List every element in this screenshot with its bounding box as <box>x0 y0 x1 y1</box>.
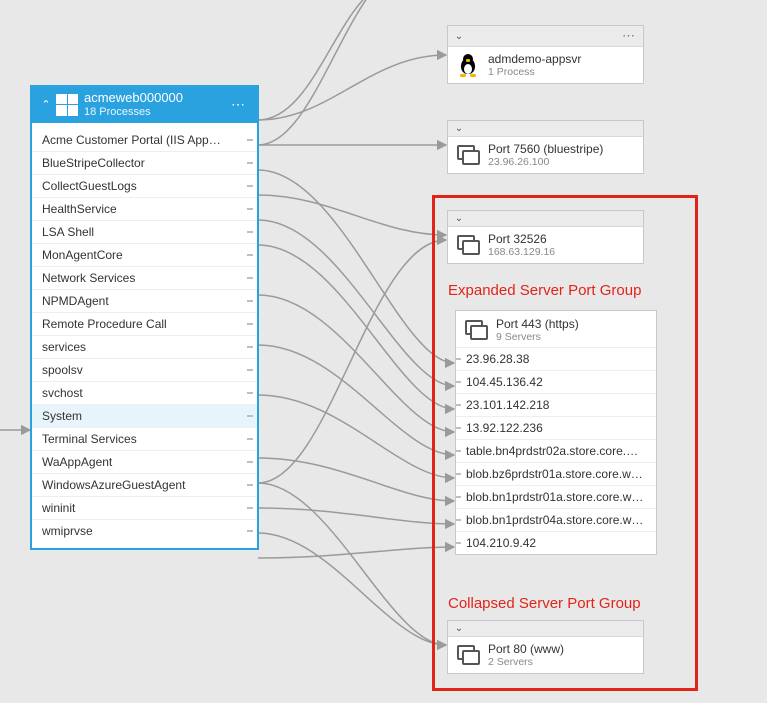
card-title: Port 7560 (bluestripe) <box>488 142 603 156</box>
process-row[interactable]: CollectGuestLogs <box>32 175 257 198</box>
server-row[interactable]: blob.bn1prdstr04a.store.core.w… <box>456 508 656 531</box>
source-panel-header[interactable]: ⌃ acmeweb000000 18 Processes ⋯ <box>32 87 257 123</box>
windows-icon <box>56 94 78 116</box>
process-row[interactable]: services <box>32 336 257 359</box>
chevron-down-icon[interactable]: ⌄ <box>452 31 466 42</box>
process-row[interactable]: Remote Procedure Call <box>32 313 257 336</box>
servers-icon <box>456 643 480 667</box>
source-server-panel[interactable]: ⌃ acmeweb000000 18 Processes ⋯ Acme Cust… <box>30 85 259 550</box>
process-row[interactable]: Network Services <box>32 267 257 290</box>
group-subtitle: 9 Servers <box>496 331 579 343</box>
card-subtitle: 168.63.129.16 <box>488 246 555 258</box>
process-row[interactable]: MonAgentCore <box>32 244 257 267</box>
process-row[interactable]: WindowsAzureGuestAgent <box>32 474 257 497</box>
server-row[interactable]: 104.210.9.42 <box>456 531 656 554</box>
server-row[interactable]: blob.bn1prdstr01a.store.core.w… <box>456 485 656 508</box>
process-row[interactable]: wininit <box>32 497 257 520</box>
servers-icon <box>456 233 480 257</box>
process-row[interactable]: WaAppAgent <box>32 451 257 474</box>
port-80-card[interactable]: ⌄ Port 80 (www) 2 Servers <box>447 620 644 674</box>
process-list: Acme Customer Portal (IIS App…BlueStripe… <box>32 123 257 548</box>
source-server-name: acmeweb000000 <box>84 91 227 106</box>
server-row[interactable]: 23.96.28.38 <box>456 347 656 370</box>
process-row[interactable]: wmiprvse <box>32 520 257 542</box>
card-title: Port 32526 <box>488 232 555 246</box>
process-row[interactable]: spoolsv <box>32 359 257 382</box>
card-title: Port 80 (www) <box>488 642 564 656</box>
linux-server-card[interactable]: ⌄ ⋯ admdemo-appsvr 1 Process <box>447 25 644 84</box>
process-row[interactable]: HealthService <box>32 198 257 221</box>
servers-icon <box>456 143 480 167</box>
servers-icon <box>464 318 488 342</box>
process-row[interactable]: LSA Shell <box>32 221 257 244</box>
server-row[interactable]: 13.92.122.236 <box>456 416 656 439</box>
process-row[interactable]: BlueStripeCollector <box>32 152 257 175</box>
more-icon[interactable]: ⋯ <box>227 96 251 113</box>
card-subtitle: 1 Process <box>488 66 581 78</box>
port-443-group[interactable]: Port 443 (https) 9 Servers 23.96.28.3810… <box>455 310 657 555</box>
card-title: admdemo-appsvr <box>488 52 581 66</box>
process-row[interactable]: NPMDAgent <box>32 290 257 313</box>
server-row[interactable]: 23.101.142.218 <box>456 393 656 416</box>
collapsed-group-label: Collapsed Server Port Group <box>448 595 641 612</box>
chevron-down-icon[interactable]: ⌄ <box>452 123 466 134</box>
process-row[interactable]: System <box>32 405 257 428</box>
expanded-group-label: Expanded Server Port Group <box>448 282 641 299</box>
process-row[interactable]: Acme Customer Portal (IIS App… <box>32 129 257 152</box>
server-row[interactable]: 104.45.136.42 <box>456 370 656 393</box>
server-row[interactable]: blob.bz6prdstr01a.store.core.w… <box>456 462 656 485</box>
process-row[interactable]: Terminal Services <box>32 428 257 451</box>
linux-icon <box>456 53 480 77</box>
process-row[interactable]: svchost <box>32 382 257 405</box>
port-7560-card[interactable]: ⌄ Port 7560 (bluestripe) 23.96.26.100 <box>447 120 644 174</box>
group-title: Port 443 (https) <box>496 317 579 331</box>
port-443-server-list: 23.96.28.38104.45.136.4223.101.142.21813… <box>456 347 656 554</box>
chevron-up-icon: ⌃ <box>38 98 54 111</box>
card-subtitle: 2 Servers <box>488 656 564 668</box>
chevron-down-icon[interactable]: ⌄ <box>452 213 466 224</box>
port-32526-card[interactable]: ⌄ Port 32526 168.63.129.16 <box>447 210 644 264</box>
source-server-subtitle: 18 Processes <box>84 106 227 119</box>
chevron-down-icon[interactable]: ⌄ <box>452 623 466 634</box>
port-443-header[interactable]: Port 443 (https) 9 Servers <box>456 311 656 347</box>
card-subtitle: 23.96.26.100 <box>488 156 603 168</box>
server-row[interactable]: table.bn4prdstr02a.store.core.… <box>456 439 656 462</box>
more-icon[interactable]: ⋯ <box>622 28 639 44</box>
